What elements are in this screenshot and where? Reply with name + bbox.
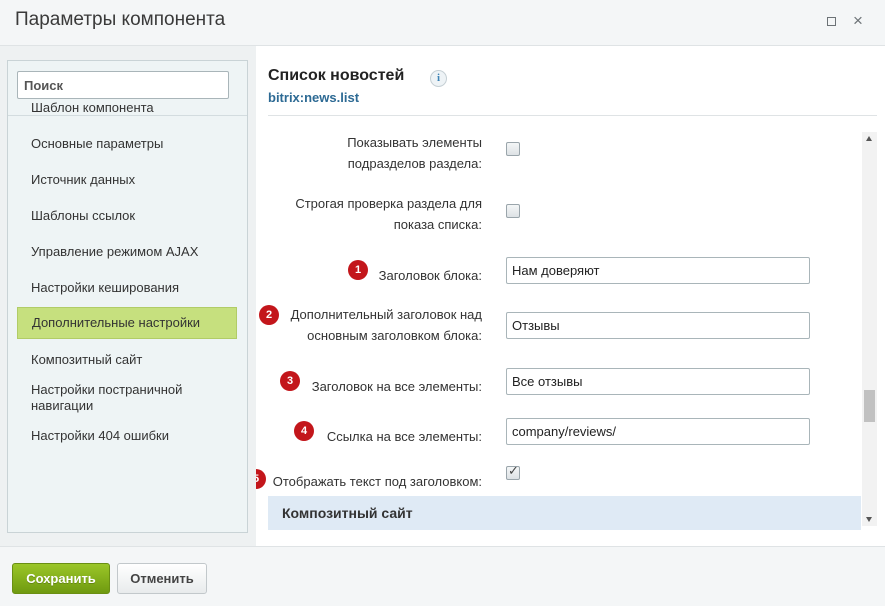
param-text-input[interactable] [506, 418, 810, 445]
dialog-body: Шаблон компонента Основные параметры Источ… [0, 46, 885, 546]
params-list: Показывать элементы подразделов раздела: С… [256, 132, 885, 532]
header-divider [268, 115, 877, 116]
param-label: Отображать текст под заголовком: [256, 471, 482, 492]
sidebar-item[interactable]: Дополнительные настройки [17, 307, 237, 339]
sidebar-item[interactable]: Композитный сайт [17, 347, 237, 373]
save-button[interactable]: Сохранить [12, 563, 110, 594]
scroll-down-icon[interactable] [866, 517, 872, 522]
sidebar: Шаблон компонента Основные параметры Источ… [7, 60, 248, 533]
param-label-line: Показывать элементы [347, 135, 482, 150]
section-header-label: Композитный сайт [282, 505, 413, 521]
param-text-input[interactable] [506, 368, 810, 395]
scroll-up-icon[interactable] [866, 136, 872, 141]
sidebar-item[interactable]: Настройки 404 ошибки [17, 423, 237, 449]
param-label: Ссылка на все элементы: [256, 426, 482, 447]
sidebar-item[interactable]: Шаблоны ссылок [17, 203, 237, 229]
sidebar-item[interactable]: Настройки кеширования [17, 275, 237, 301]
param-label-line: Дополнительный заголовок над [290, 307, 482, 322]
sidebar-item[interactable]: Источник данных [17, 167, 237, 193]
param-label-line: подразделов раздела: [347, 156, 482, 171]
param-label: Показывать элементы подразделов раздела: [256, 132, 482, 174]
maximize-icon[interactable] [824, 14, 838, 28]
main-panel: Список новостей i bitrix:news.list Показ… [256, 46, 885, 546]
info-icon[interactable]: i [430, 70, 447, 87]
param-label-line: основным заголовком блока: [307, 328, 482, 343]
param-label-line: показа списка: [393, 217, 482, 232]
component-code: bitrix:news.list [268, 90, 360, 105]
param-text-input[interactable] [506, 312, 810, 339]
scroll-thumb[interactable] [864, 390, 875, 422]
param-label-line: Заголовок блока: [378, 268, 482, 283]
step-badge: 3 [280, 371, 300, 391]
param-label: Строгая проверка раздела для показа списк… [256, 193, 482, 235]
close-icon[interactable]: × [851, 12, 865, 29]
component-title: Список новостей [268, 67, 405, 84]
param-text-input[interactable] [506, 257, 810, 284]
cancel-button[interactable]: Отменить [117, 563, 207, 594]
param-label: Дополнительный заголовок над основным заг… [256, 304, 482, 346]
sidebar-item[interactable]: Шаблон компонента [17, 95, 237, 121]
component-header: Список новостей i bitrix:news.list [256, 46, 885, 116]
sidebar-item[interactable]: Управление режимом AJAX [17, 239, 237, 265]
param-checkbox[interactable] [506, 204, 520, 218]
sidebar-item[interactable]: Основные параметры [17, 131, 237, 157]
param-label-line: Отображать текст под заголовком: [272, 474, 482, 489]
param-checkbox[interactable] [506, 464, 520, 480]
param-checkbox[interactable] [506, 142, 520, 156]
param-label-line: Ссылка на все элементы: [326, 429, 482, 444]
window-title: Параметры компонента [15, 9, 226, 30]
params-scrollbar[interactable] [862, 132, 877, 526]
section-header-composite[interactable]: Композитный сайт [268, 496, 861, 530]
sidebar-item[interactable]: Настройки постраничной навигации [17, 375, 237, 421]
step-badge: 1 [348, 260, 368, 280]
param-label: Заголовок блока: [256, 265, 482, 286]
param-label-line: Строгая проверка раздела для [295, 196, 482, 211]
window-titlebar: Параметры компонента × [0, 0, 885, 46]
step-badge: 2 [259, 305, 279, 325]
dialog-footer: Сохранить Отменить [0, 546, 885, 606]
step-badge: 4 [294, 421, 314, 441]
